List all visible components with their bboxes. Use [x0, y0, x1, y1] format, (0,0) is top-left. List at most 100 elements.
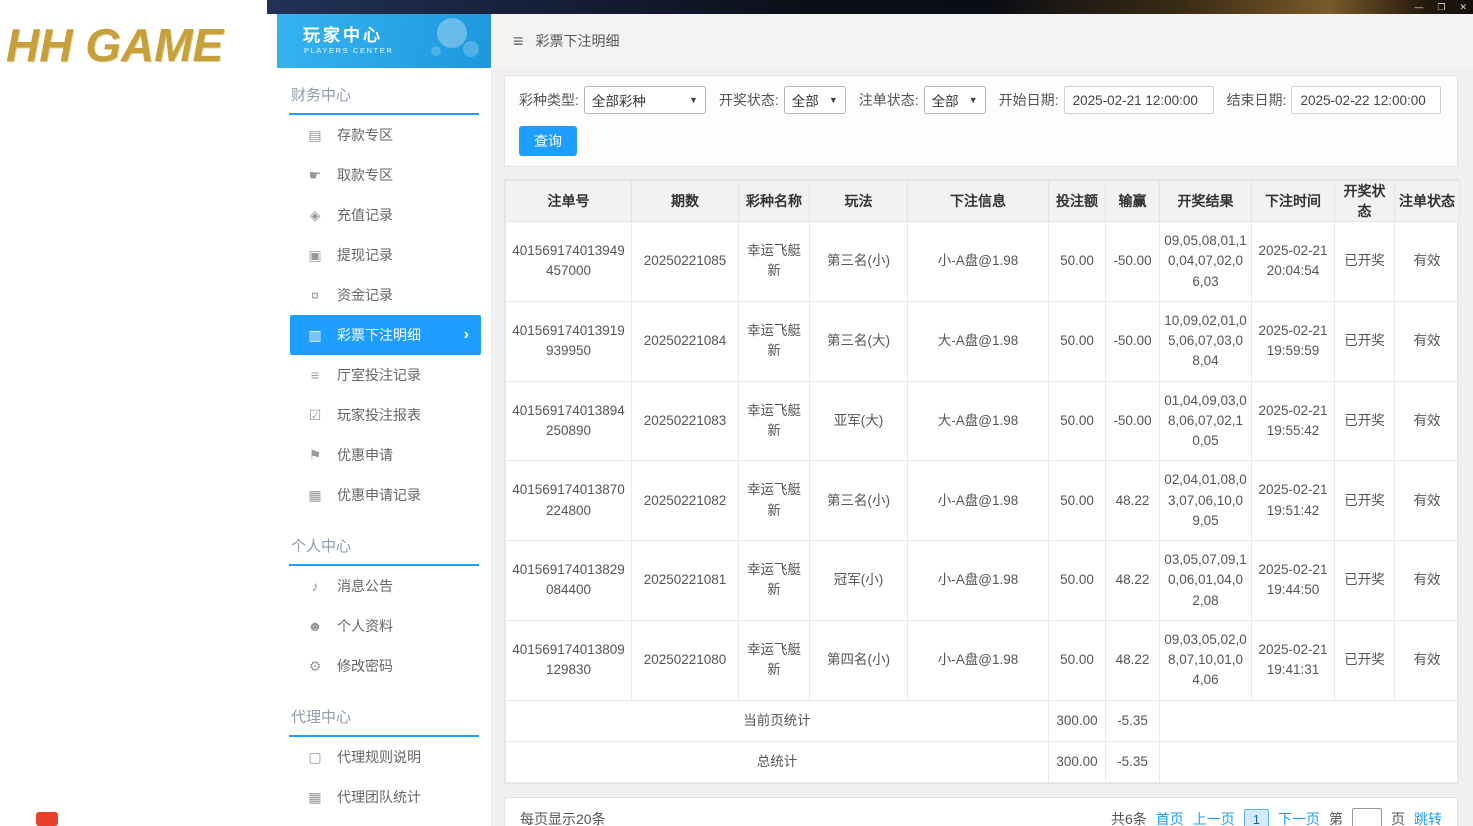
close-icon[interactable]: ✕ [1459, 2, 1467, 12]
lottery-type-select[interactable]: 全部彩种 ▼ [583, 86, 706, 114]
lottery-type-label: 彩种类型: [519, 92, 579, 108]
cell-amount: 50.00 [1048, 619, 1106, 701]
table-row: 401569174013894250890 20250221083 幸运飞艇新 亚军(… [505, 380, 1460, 462]
total-count-text: 共6条 [1110, 811, 1147, 826]
sidebar-item-label: 优惠申请 [337, 447, 393, 463]
cell-bet_time: 2025-02-21 19:44:50 [1251, 540, 1335, 621]
promo-apply-icon: ⚑ [308, 446, 322, 463]
summary-cell: 300.00 [1048, 699, 1106, 742]
minimize-icon[interactable]: — [1414, 2, 1423, 12]
cell-bet_no: 401569174013829084400 [505, 540, 632, 621]
start-date-input[interactable] [1063, 86, 1214, 114]
sidebar-item-change-password[interactable]: ⚙ 修改密码 [277, 646, 491, 686]
funds-records-icon: ¤ [311, 287, 319, 303]
cell-result: 09,05,08,01,10,04,07,02,06,03 [1159, 221, 1252, 302]
cell-lottery: 幸运飞艇新 [738, 300, 810, 382]
cell-lottery: 幸运飞艇新 [738, 540, 810, 621]
column-header: 开奖结果 [1159, 180, 1252, 222]
column-header: 注单状态 [1394, 180, 1460, 222]
cell-draw_status: 已开奖 [1334, 540, 1395, 621]
cell-period: 20250221080 [631, 619, 739, 701]
cell-bet_status: 有效 [1394, 460, 1460, 541]
summary-cell: -5.35 [1105, 740, 1160, 784]
sidebar-item-label: 取款专区 [337, 167, 393, 183]
filter-panel: 彩种类型: 全部彩种 ▼ 开奖状态: 全部 ▼ 注单状态: 全部 ▼ 开始日期:… [504, 75, 1458, 167]
cell-amount: 50.00 [1048, 460, 1106, 541]
sidebar-item-lottery-bet-details[interactable]: ▥ 彩票下注明细 › [290, 315, 481, 355]
window-titlebar: — ❐ ✕ [267, 0, 1473, 14]
sidebar-title: 玩家中心 [303, 26, 383, 45]
sidebar-item-label: 资金记录 [337, 287, 393, 303]
sidebar-item-label: 代理团队统计 [337, 789, 421, 805]
decorative-circle [431, 46, 441, 56]
bets-table: 注单号 期数 彩种名称 玩法 下注信息 投注额 输赢 开奖结果 下注时间 开奖状态 注单状态 4015… [505, 180, 1460, 784]
prev-page-link[interactable]: 上一页 [1193, 809, 1235, 826]
table-row: 401569174013809129830 20250221080 幸运飞艇新 第四名… [505, 619, 1460, 701]
cell-bet_no: 401569174013809129830 [505, 619, 632, 701]
cell-lottery: 幸运飞艇新 [738, 380, 810, 462]
chevron-down-icon: ▼ [828, 95, 838, 105]
cell-lottery: 幸运飞艇新 [738, 619, 810, 701]
draw-status-select[interactable]: 全部 ▼ [783, 86, 846, 114]
column-header: 彩种名称 [738, 180, 810, 222]
summary-cell: 300.00 [1048, 740, 1106, 784]
sidebar-item-agent-team-stats[interactable]: ▦ 代理团队统计 [277, 777, 491, 817]
announcements-icon: ♪ [311, 578, 319, 594]
sidebar-item-player-bet-report[interactable]: ☑ 玩家投注报表 [277, 395, 491, 435]
total-summary-row: 总统计 300.00 -5.35 [505, 740, 1460, 784]
sidebar-item-profile[interactable]: ☻ 个人资料 [277, 606, 491, 646]
content-header: ≡ 彩票下注明细 [491, 14, 1473, 68]
sidebar-item-label: 厅室投注记录 [337, 367, 421, 383]
query-button[interactable]: 查询 [519, 126, 577, 156]
current-page-badge[interactable]: 1 [1243, 808, 1269, 826]
cell-period: 20250221085 [631, 221, 739, 302]
cell-result: 02,04,01,08,03,07,06,10,09,05 [1159, 460, 1252, 541]
cell-bet_status: 有效 [1394, 221, 1460, 302]
cell-result: 09,03,05,02,08,07,10,01,04,06 [1159, 619, 1252, 701]
cell-play: 第三名(大) [809, 300, 908, 382]
cell-bet_time: 2025-02-21 19:41:31 [1251, 619, 1335, 701]
cell-bet_info: 小-A盘@1.98 [907, 619, 1049, 701]
summary-cell: -5.35 [1105, 699, 1160, 742]
cell-bet_status: 有效 [1394, 619, 1460, 701]
cell-bet_time: 2025-02-21 19:59:59 [1251, 300, 1335, 382]
profile-icon: ☻ [307, 618, 323, 634]
sidebar-item-promo-apply[interactable]: ⚑ 优惠申请 [277, 435, 491, 475]
sidebar-item-withdraw-records[interactable]: ▣ 提现记录 [277, 235, 491, 275]
chevron-right-icon: › [463, 326, 469, 343]
sidebar-item-label: 消息公告 [337, 578, 393, 594]
menu-toggle-icon[interactable]: ≡ [513, 31, 524, 52]
page-jump-input[interactable] [1352, 808, 1382, 826]
cell-bet_info: 大-A盘@1.98 [907, 380, 1049, 462]
sidebar-subtitle: PLAYERS CENTER [304, 46, 394, 55]
page: HH GAME — ❐ ✕ 玩家中心 PLAYERS CENTER 财务中心 ▤ 存… [0, 0, 1473, 826]
cell-bet_info: 小-A盘@1.98 [907, 221, 1049, 302]
next-page-link[interactable]: 下一页 [1278, 809, 1320, 826]
cell-bet_no: 401569174013894250890 [505, 380, 632, 462]
cell-play: 冠军(小) [809, 540, 908, 621]
sidebar-item-recharge-records[interactable]: ◈ 充值记录 [277, 195, 491, 235]
sidebar-item-label: 存款专区 [337, 127, 393, 143]
start-date-label: 开始日期: [998, 92, 1059, 108]
sidebar-item-agent-rules[interactable]: ▢ 代理规则说明 [277, 737, 491, 777]
end-date-input[interactable] [1291, 86, 1442, 114]
cell-result: 03,05,07,09,10,06,01,04,02,08 [1159, 540, 1252, 621]
cell-draw_status: 已开奖 [1334, 460, 1395, 541]
maximize-icon[interactable]: ❐ [1437, 2, 1445, 12]
jump-button[interactable]: 跳转 [1414, 809, 1442, 826]
summary-cell [1159, 740, 1460, 784]
table-row: 401569174013829084400 20250221081 幸运飞艇新 冠军(… [505, 540, 1460, 621]
sidebar-header: 玩家中心 PLAYERS CENTER [277, 14, 491, 68]
withdraw-zone-icon: ☛ [308, 166, 322, 183]
sidebar-item-deposit-zone[interactable]: ▤ 存款专区 [277, 115, 491, 155]
sidebar-item-hall-bet-records[interactable]: ≡ 厅室投注记录 [277, 355, 491, 395]
sidebar-item-announcements[interactable]: ♪ 消息公告 [277, 566, 491, 606]
sidebar-item-promo-apply-records[interactable]: ▦ 优惠申请记录 [277, 475, 491, 515]
bet-status-select[interactable]: 全部 ▼ [923, 86, 986, 114]
first-page-link[interactable]: 首页 [1156, 809, 1184, 826]
sidebar-item-funds-records[interactable]: ¤ 资金记录 [277, 275, 491, 315]
window-controls: — ❐ ✕ [1414, 0, 1467, 14]
change-password-icon: ⚙ [308, 657, 322, 674]
sidebar-item-withdraw-zone[interactable]: ☛ 取款专区 [277, 155, 491, 195]
page-title: 彩票下注明细 [535, 33, 620, 49]
